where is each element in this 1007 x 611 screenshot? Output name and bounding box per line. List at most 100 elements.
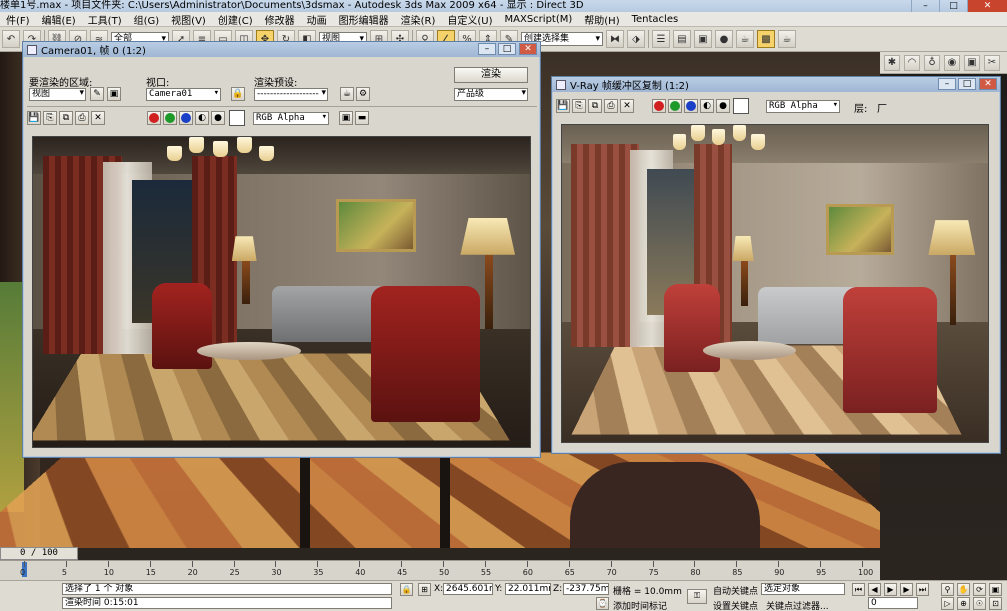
- minimize-icon[interactable]: –: [911, 0, 939, 12]
- play-icon[interactable]: ▶: [884, 583, 897, 596]
- set-key-button[interactable]: 设置关键点: [713, 599, 758, 611]
- time-slider-counter[interactable]: 0 / 100: [0, 547, 78, 560]
- clone-window-icon[interactable]: ⧉: [59, 111, 73, 125]
- save-image-icon[interactable]: 💾: [27, 111, 41, 125]
- close-icon[interactable]: ✕: [979, 78, 997, 90]
- menu-create[interactable]: 创建(C): [212, 12, 259, 27]
- layer-spinner[interactable]: 厂: [877, 100, 887, 115]
- monochrome-icon[interactable]: ●: [211, 111, 225, 125]
- render-production-icon[interactable]: ☕: [778, 30, 796, 48]
- print-image-icon[interactable]: ⎙: [604, 99, 618, 113]
- previous-frame-icon[interactable]: ◀: [868, 583, 881, 596]
- orbit-icon[interactable]: ⟳: [973, 583, 986, 596]
- menu-file[interactable]: 件(F): [0, 12, 36, 27]
- menu-views[interactable]: 视图(V): [165, 12, 212, 27]
- zoom-extents-icon[interactable]: ⊡: [989, 597, 1002, 610]
- color-swatch[interactable]: [229, 110, 245, 126]
- utilities-tab-icon[interactable]: ✂: [984, 55, 1000, 71]
- menu-graph-editors[interactable]: 图形编辑器: [333, 12, 395, 27]
- field-of-view-icon[interactable]: ▷: [941, 597, 954, 610]
- green-channel-toggle[interactable]: [163, 111, 177, 125]
- minimize-icon[interactable]: –: [478, 43, 496, 55]
- minimize-icon[interactable]: –: [938, 78, 956, 90]
- menu-edit[interactable]: 编辑(E): [36, 12, 82, 27]
- edit-region-icon[interactable]: ✎: [90, 87, 104, 101]
- menu-tentacles[interactable]: Tentacles: [626, 14, 685, 25]
- schematic-view-icon[interactable]: ▣: [694, 30, 712, 48]
- maximize-icon[interactable]: □: [958, 78, 976, 90]
- key-filters-button[interactable]: 关键点过滤器...: [766, 599, 829, 611]
- next-frame-icon[interactable]: ▶: [900, 583, 913, 596]
- z-coordinate-field[interactable]: -237.75mm: [563, 583, 609, 595]
- render-button[interactable]: 渲染: [454, 67, 528, 83]
- undo-icon[interactable]: ↶: [2, 30, 20, 48]
- render-setup-icon[interactable]: ☕: [736, 30, 754, 48]
- environment-effects-icon[interactable]: ⚙: [356, 87, 370, 101]
- pan-icon[interactable]: ✋: [957, 583, 970, 596]
- color-swatch[interactable]: [733, 98, 749, 114]
- clear-image-icon[interactable]: ✕: [91, 111, 105, 125]
- render-preset-dropdown[interactable]: -------------------: [254, 88, 328, 101]
- material-editor-icon[interactable]: ●: [715, 30, 733, 48]
- rendered-image[interactable]: [32, 136, 531, 448]
- menu-tools[interactable]: 工具(T): [82, 12, 128, 27]
- rendered-frame-window-icon[interactable]: ▩: [757, 30, 775, 48]
- toggle-ui-icon[interactable]: ▬: [355, 111, 369, 125]
- maximize-icon[interactable]: □: [939, 0, 967, 12]
- walk-through-icon[interactable]: ☉: [973, 597, 986, 610]
- menu-rendering[interactable]: 渲染(R): [395, 12, 442, 27]
- zoom-icon[interactable]: ⚲: [941, 583, 954, 596]
- add-time-tag[interactable]: 添加时间标记: [613, 599, 667, 611]
- print-image-icon[interactable]: ⎙: [75, 111, 89, 125]
- go-to-start-icon[interactable]: ⏮: [852, 583, 865, 596]
- modify-tab-icon[interactable]: ◠: [904, 55, 920, 71]
- red-channel-toggle[interactable]: [652, 99, 666, 113]
- toggle-ui-overlay-icon[interactable]: ▣: [339, 111, 353, 125]
- alpha-display-icon[interactable]: ◐: [195, 111, 209, 125]
- alpha-display-icon[interactable]: ◐: [700, 99, 714, 113]
- render-setup-icon[interactable]: ☕: [340, 87, 354, 101]
- set-key-mode-icon[interactable]: ⚿: [687, 589, 707, 604]
- vray-rendered-image[interactable]: [561, 124, 989, 443]
- copy-image-icon[interactable]: ⎘: [572, 99, 586, 113]
- align-icon[interactable]: ⬗: [627, 30, 645, 48]
- layer-manager-icon[interactable]: ☰: [652, 30, 670, 48]
- display-channel-dropdown[interactable]: RGB Alpha: [766, 100, 840, 113]
- create-tab-icon[interactable]: ✱: [884, 55, 900, 71]
- lock-selection-icon[interactable]: 🔒: [400, 583, 413, 596]
- green-channel-toggle[interactable]: [668, 99, 682, 113]
- copy-image-icon[interactable]: ⎘: [43, 111, 57, 125]
- clear-image-icon[interactable]: ✕: [620, 99, 634, 113]
- zoom-all-icon[interactable]: ⊕: [957, 597, 970, 610]
- motion-tab-icon[interactable]: ◉: [944, 55, 960, 71]
- track-bar[interactable]: 0 5 10 15 20 25 30 35 40 45 50 55 60 65 70 75 80 85 90 95 10…: [0, 560, 880, 580]
- auto-key-button[interactable]: 自动关键点: [713, 584, 758, 597]
- production-level-dropdown[interactable]: 产品级: [454, 88, 528, 101]
- x-coordinate-field[interactable]: 2645.601m: [443, 583, 493, 595]
- close-icon[interactable]: ✕: [967, 0, 1007, 12]
- blue-channel-toggle[interactable]: [684, 99, 698, 113]
- mirror-icon[interactable]: ⧓: [606, 30, 624, 48]
- y-coordinate-field[interactable]: 22.011mm: [505, 583, 551, 595]
- area-to-render-dropdown[interactable]: 视图: [29, 88, 86, 101]
- curve-editor-icon[interactable]: ▤: [673, 30, 691, 48]
- red-channel-toggle[interactable]: [147, 111, 161, 125]
- current-frame-field[interactable]: 0: [868, 597, 918, 609]
- menu-animation[interactable]: 动画: [301, 12, 333, 27]
- display-channel-dropdown[interactable]: RGB Alpha: [253, 112, 329, 125]
- menu-group[interactable]: 组(G): [128, 12, 166, 27]
- absolute-mode-icon[interactable]: ⊞: [418, 583, 431, 596]
- display-tab-icon[interactable]: ▣: [964, 55, 980, 71]
- viewport-dropdown[interactable]: Camera01: [146, 88, 221, 101]
- time-tag-icon[interactable]: ⌚: [596, 597, 609, 610]
- maximize-icon[interactable]: □: [498, 43, 516, 55]
- monochrome-icon[interactable]: ●: [716, 99, 730, 113]
- blue-channel-toggle[interactable]: [179, 111, 193, 125]
- maximize-viewport-icon[interactable]: ▣: [989, 583, 1002, 596]
- auto-key-target-dropdown[interactable]: 选定对象: [761, 583, 845, 595]
- clone-window-icon[interactable]: ⧉: [588, 99, 602, 113]
- menu-modifiers[interactable]: 修改器: [259, 12, 301, 27]
- close-icon[interactable]: ✕: [519, 43, 537, 55]
- go-to-end-icon[interactable]: ⏭: [916, 583, 929, 596]
- save-image-icon[interactable]: 💾: [556, 99, 570, 113]
